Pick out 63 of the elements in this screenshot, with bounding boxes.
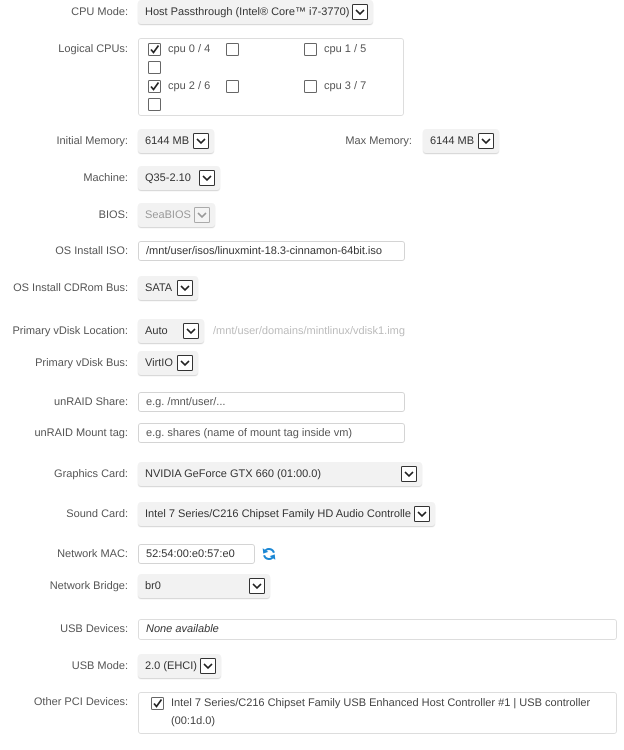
- dropdown[interactable]: NVIDIA GeForce GTX 660 (01:00.0): [138, 462, 422, 486]
- caret-icon: [401, 466, 417, 482]
- dropdown[interactable]: Q35-2.10: [138, 166, 220, 190]
- text-field[interactable]: e.g. shares (name of mount tag inside vm): [138, 423, 405, 443]
- field-label: Other PCI Devices:: [32, 695, 128, 710]
- checkbox-label[interactable]: cpu 1 / 5: [324, 43, 366, 56]
- field-label: OS Install ISO:: [54, 244, 128, 259]
- checkbox[interactable]: [148, 61, 161, 74]
- text-field[interactable]: e.g. /mnt/user/...: [138, 392, 405, 412]
- checkbox-label[interactable]: cpu 2 / 6: [168, 80, 210, 92]
- checkbox[interactable]: [304, 42, 317, 56]
- field-label: unRAID Mount tag:: [33, 426, 128, 441]
- caret-icon: [177, 355, 193, 371]
- field-label: Primary vDisk Bus:: [34, 356, 128, 371]
- dropdown[interactable]: 6144 MB: [423, 129, 499, 153]
- field-label: BIOS:: [98, 208, 128, 223]
- field-label: Machine:: [82, 171, 128, 186]
- field-label: Initial Memory:: [55, 134, 128, 149]
- dropdown[interactable]: VirtIO: [138, 351, 198, 375]
- field-label: Primary vDisk Location:: [11, 324, 128, 339]
- dropdown[interactable]: 2.0 (EHCI): [138, 654, 221, 678]
- dropdown[interactable]: Host Passthrough (Intel® Core™ i7-3770): [138, 0, 374, 24]
- dropdown[interactable]: Intel 7 Series/C216 Chipset Family HD Audio Controlle: [138, 502, 435, 526]
- checkbox[interactable]: [148, 80, 161, 93]
- caret-icon: [194, 207, 210, 223]
- checkbox[interactable]: [304, 80, 317, 93]
- text-field[interactable]: /mnt/user/isos/linuxmint-18.3-cinnamon-64bit.iso: [138, 241, 405, 261]
- caret-icon: [414, 506, 430, 522]
- field-label: Graphics Card:: [53, 467, 128, 482]
- refresh-icon[interactable]: [262, 547, 276, 561]
- caret-icon: [249, 578, 265, 594]
- checkbox[interactable]: [148, 98, 161, 112]
- field-label: Network Bridge:: [48, 579, 128, 594]
- caret-icon: [177, 280, 193, 296]
- caret-icon: [200, 658, 216, 674]
- device-label[interactable]: Intel 7 Series/C216 Chipset Family USB Enhanced Host Controller #1 | USB controller (00:1d.0): [171, 694, 609, 730]
- checkbox[interactable]: [148, 42, 161, 56]
- caret-icon: [193, 133, 209, 149]
- field-label: CPU Mode:: [70, 5, 128, 20]
- field-label: unRAID Share:: [53, 395, 128, 410]
- caret-icon: [478, 133, 494, 149]
- checkbox[interactable]: [151, 697, 164, 710]
- field-label: Logical CPUs:: [57, 42, 128, 57]
- field-label: Network MAC:: [56, 547, 128, 562]
- checkbox-label[interactable]: cpu 3 / 7: [324, 80, 366, 92]
- dropdown[interactable]: SATA: [138, 276, 198, 300]
- empty-message: None available: [146, 623, 219, 635]
- dropdown[interactable]: br0: [138, 574, 270, 598]
- field-label: Max Memory:: [344, 134, 412, 149]
- checkbox-label[interactable]: cpu 0 / 4: [168, 43, 210, 56]
- field-label: USB Devices:: [59, 622, 128, 637]
- caret-icon: [352, 4, 368, 20]
- path-text: /mnt/user/domains/mintlinux/vdisk1.img: [213, 324, 405, 339]
- caret-icon: [183, 323, 199, 339]
- field-label: USB Mode:: [70, 659, 128, 674]
- field-label: Sound Card:: [65, 507, 128, 522]
- text-field[interactable]: 52:54:00:e0:57:e0: [138, 544, 255, 564]
- dropdown[interactable]: Auto: [138, 319, 204, 343]
- caret-icon: [199, 170, 215, 186]
- checkbox[interactable]: [226, 42, 239, 56]
- field-label: OS Install CDRom Bus:: [12, 281, 128, 296]
- checkbox[interactable]: [226, 80, 239, 93]
- dropdown[interactable]: 6144 MB: [138, 129, 214, 153]
